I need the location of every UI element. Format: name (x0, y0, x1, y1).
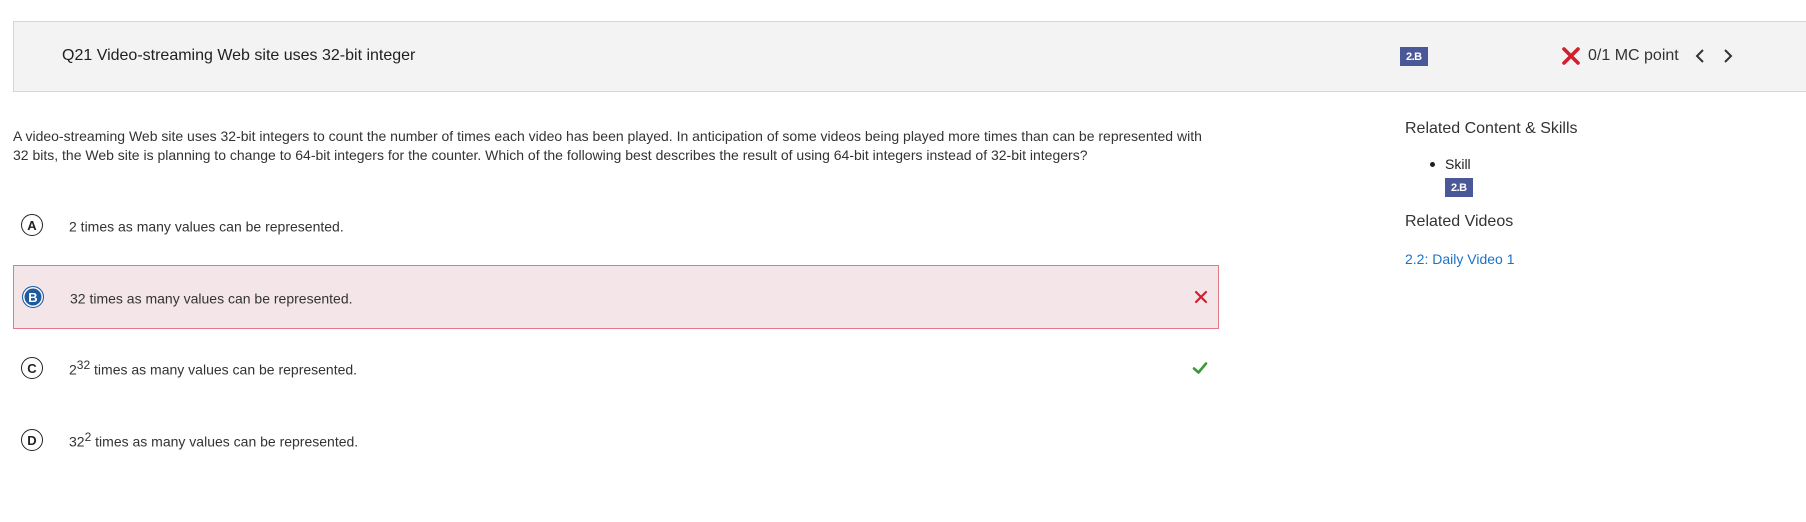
option-text-c: 232 times as many values can be represen… (69, 358, 358, 378)
question-title: Q21 Video-streaming Web site uses 32-bit… (62, 47, 416, 64)
previous-question-button[interactable] (1689, 45, 1711, 67)
incorrect-mark-icon (1194, 290, 1208, 304)
option-text-b: 32 times as many values can be represent… (70, 290, 353, 307)
next-question-button[interactable] (1717, 45, 1739, 67)
score-text: 0/1 MC point (1588, 47, 1679, 64)
answer-option-c[interactable]: C 232 times as many values can be repres… (13, 336, 1219, 400)
sidebar-skill-badge: 2.B (1445, 178, 1473, 197)
related-sidebar: Related Content & Skills Skill 2.B Relat… (1405, 120, 1785, 267)
answer-option-a[interactable]: A 2 times as many values can be represen… (13, 193, 1219, 257)
correct-check-icon (1192, 362, 1208, 374)
skill-label: Skill (1445, 156, 1471, 172)
score-area: 0/1 MC point (1560, 45, 1739, 67)
incorrect-x-icon (1562, 47, 1580, 65)
related-videos-heading: Related Videos (1405, 213, 1514, 230)
answer-option-b[interactable]: B 32 times as many values can be represe… (13, 265, 1219, 329)
bullet-icon (1430, 161, 1435, 167)
skill-item: Skill (1430, 156, 1785, 172)
option-text-a: 2 times as many values can be represente… (69, 218, 344, 235)
option-letter-b: B (22, 286, 44, 308)
skill-badge: 2.B (1400, 47, 1428, 66)
question-header: Q21 Video-streaming Web site uses 32-bit… (13, 21, 1806, 92)
option-letter-a: A (21, 214, 43, 236)
answer-option-d[interactable]: D 322 times as many values can be repres… (13, 408, 1219, 472)
option-letter-d: D (21, 429, 43, 451)
video-link[interactable]: 2.2: Daily Video 1 (1405, 251, 1785, 267)
skill-list: Skill 2.B (1430, 156, 1785, 197)
option-text-d: 322 times as many values can be represen… (69, 430, 359, 450)
related-content-heading: Related Content & Skills (1405, 120, 1578, 137)
chevron-left-icon (1695, 49, 1704, 63)
question-stem: A video-streaming Web site uses 32-bit i… (13, 128, 1202, 163)
chevron-right-icon (1724, 49, 1733, 63)
option-letter-c: C (21, 357, 43, 379)
